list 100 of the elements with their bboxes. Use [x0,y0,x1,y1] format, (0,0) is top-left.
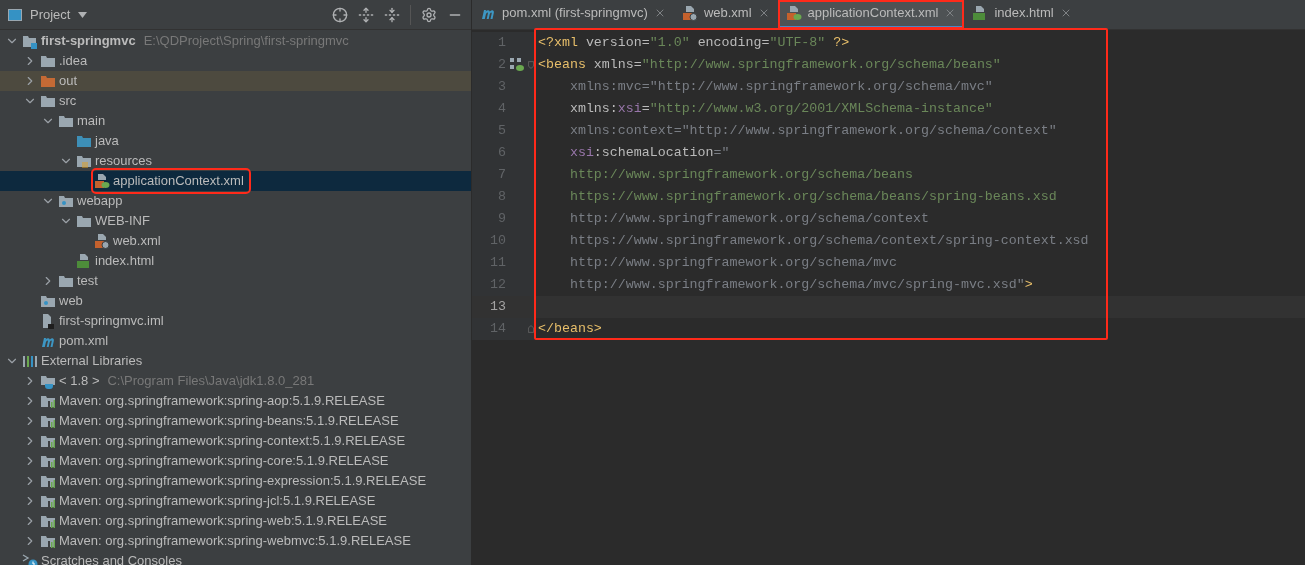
library-icon [40,453,56,469]
folder-icon [40,53,56,69]
tree-item[interactable]: pom.xml [0,331,471,351]
tree-item-label: first-springmvc.iml [59,312,164,331]
library-icon [40,473,56,489]
panel-icon [8,8,22,21]
tree-item-label: java [95,132,119,151]
tree-item[interactable]: java [0,131,471,151]
tree-item-label: pom.xml [59,332,109,351]
jdk-folder-icon [40,373,56,389]
tree-item[interactable]: .idea [0,51,471,71]
xml-file-icon [681,5,698,21]
tab-label: applicationContext.xml [807,4,939,23]
module-file-icon [40,313,56,329]
tree-item-label: WEB-INF [95,212,150,231]
bean-gutter-icon[interactable] [510,58,524,72]
code-line: xmlns:mvc="http://www.springframework.org/schema/mvc" [568,78,993,97]
tree-item-path: E:\QDProject\Spring\first-springmvc [143,32,349,51]
folder-icon [58,273,74,289]
project-view-dropdown[interactable]: Project [30,4,88,25]
xml-file-icon [94,233,110,249]
tree-item-label: applicationContext.xml [113,172,244,191]
libraries-icon [22,353,38,369]
code-line: http://www.springframework.org/schema/beans [568,166,914,185]
tree-item[interactable]: Maven: org.springframework:spring-jcl:5.1.9.RELEASE [0,491,471,511]
tree-item[interactable]: first-springmvc E:\QDProject\Spring\first-springmvc [0,31,471,51]
settings-icon[interactable] [421,6,437,23]
tree-item-label: Maven: org.springframework:spring-jcl:5.1.9.RELEASE [59,492,376,511]
tree-item[interactable]: src [0,91,471,111]
code-line: http://www.springframework.org/schema/mvc/spring-mvc.xsd"> [568,276,1033,295]
tree-item[interactable]: Scratches and Consoles [0,551,471,565]
tree-item[interactable]: Maven: org.springframework:spring-core:5.1.9.RELEASE [0,451,471,471]
library-icon [40,413,56,429]
code-line: <beans xmlns="http://www.springframework.org/schema/beans" [538,56,1001,75]
caret-icon [78,11,88,18]
code-line: xsi:schemaLocation=" [568,144,730,163]
web-folder-icon [40,293,56,309]
tree-item[interactable]: applicationContext.xml [0,171,471,191]
tree-item-label: Maven: org.springframework:spring-core:5.1.9.RELEASE [59,452,389,471]
tree-item-label: Maven: org.springframework:spring-aop:5.1.9.RELEASE [59,392,385,411]
tree-item[interactable]: web.xml [0,231,471,251]
code-line: <?xml version="1.0" encoding="UTF-8" ?> [538,34,850,53]
project-folder-icon [22,33,38,49]
scratches-icon [22,553,38,565]
tree-item[interactable]: test [0,271,471,291]
tree-item[interactable]: index.html [0,251,471,271]
tree-item[interactable]: web [0,291,471,311]
tree-item-label: Maven: org.springframework:spring-expression:5.1.9.RELEASE [59,472,427,491]
tree-item-label: web.xml [113,232,161,251]
folder-icon [40,93,56,109]
xml-file-icon [785,5,802,21]
tree-item[interactable]: main [0,111,471,131]
source-folder-icon [76,133,92,149]
tree-item-label: test [77,272,98,291]
tree-item[interactable]: Maven: org.springframework:spring-context:5.1.9.RELEASE [0,431,471,451]
tree-item[interactable]: External Libraries [0,351,471,371]
tree-item-label: .idea [59,52,88,71]
tree-item-label: External Libraries [41,352,143,371]
tree-item-label: index.html [95,252,155,271]
tree-item[interactable]: first-springmvc.iml [0,311,471,331]
tree-item[interactable]: WEB-INF [0,211,471,231]
tree-item-label: webapp [77,192,123,211]
tab-label: web.xml [703,4,752,23]
resources-folder-icon [76,153,92,169]
tree-item[interactable]: webapp [0,191,471,211]
html-file-icon [76,253,92,269]
folder-icon [58,113,74,129]
tab-label: index.html [994,4,1054,23]
tree-item-label: Maven: org.springframework:spring-beans:5.1.9.RELEASE [59,412,399,431]
locate-icon[interactable] [332,6,348,23]
editor-tab[interactable]: applicationContext.xml [777,0,965,29]
editor-tab[interactable]: index.html [964,0,1080,29]
expand-all-icon[interactable] [358,6,374,23]
folder-icon [40,73,56,89]
editor-tab[interactable]: pom.xml (first-springmvc) [472,0,674,29]
code-line: </beans> [538,320,602,339]
tree-item[interactable]: < 1.8 > C:\Program Files\Java\jdk1.8.0_281 [0,371,471,391]
tree-item-label: Maven: org.springframework:spring-web:5.1.9.RELEASE [59,512,388,531]
tree-item[interactable]: resources [0,151,471,171]
tree-item-label: web [59,292,83,311]
tree-item[interactable]: Maven: org.springframework:spring-beans:5.1.9.RELEASE [0,411,471,431]
tree-item-label: main [77,112,106,131]
tree-item[interactable]: Maven: org.springframework:spring-aop:5.1.9.RELEASE [0,391,471,411]
editor-tab[interactable]: web.xml [673,0,778,29]
library-icon [40,533,56,549]
line-number: 13 [489,298,506,317]
tree-item[interactable]: Maven: org.springframework:spring-web:5.1.9.RELEASE [0,511,471,531]
code-line: https://www.springframework.org/schema/beans/spring-beans.xsd [568,188,1057,207]
tree-item[interactable]: out [0,71,471,91]
tree-item-label: Maven: org.springframework:spring-context:5.1.9.RELEASE [59,432,406,451]
collapse-all-icon[interactable] [384,6,400,23]
code-line: xmlns:xsi="http://www.w3.org/2001/XMLSchema-instance" [568,100,993,119]
tree-item-label: Scratches and Consoles [41,552,182,565]
tree-item-label: < 1.8 > [59,372,100,391]
code-line: xmlns:context="http://www.springframework.org/schema/context" [568,122,1057,141]
library-icon [40,433,56,449]
tree-item[interactable]: Maven: org.springframework:spring-webmvc:5.1.9.RELEASE [0,531,471,551]
code-line: http://www.springframework.org/schema/mvc [568,254,898,273]
tree-item[interactable]: Maven: org.springframework:spring-expression:5.1.9.RELEASE [0,471,471,491]
library-icon [40,513,56,529]
